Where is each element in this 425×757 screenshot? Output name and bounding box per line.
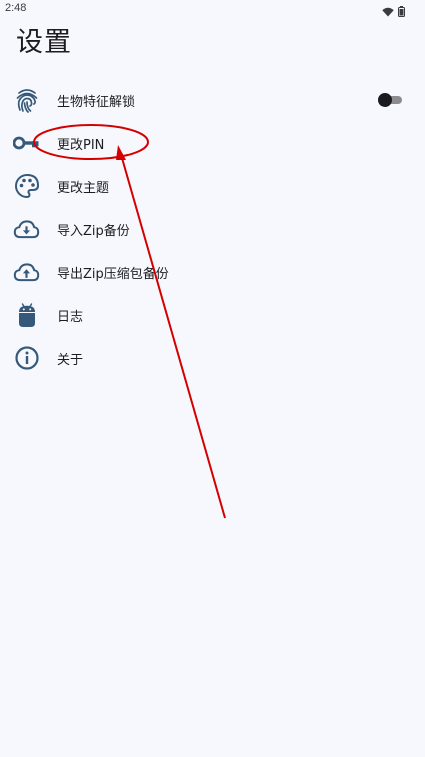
- status-time: 2:48: [5, 2, 27, 14]
- menu-item-about[interactable]: 关于: [0, 336, 425, 379]
- menu-item-label: 关于: [57, 353, 84, 368]
- wifi-icon: [382, 2, 394, 21]
- fingerprint-icon: [13, 86, 40, 113]
- menu-item-label: 生物特征解锁: [57, 95, 136, 110]
- biometric-toggle[interactable]: [378, 93, 404, 107]
- settings-menu: 生物特征解锁 更改PIN 更改主题 导入Zip备份 导出Zip压缩包备份 日志 …: [0, 78, 425, 379]
- key-icon: [13, 129, 40, 156]
- cloud-upload-icon: [13, 258, 40, 285]
- menu-item-export-zip-backup[interactable]: 导出Zip压缩包备份: [0, 250, 425, 293]
- battery-icon: [398, 2, 405, 21]
- menu-item-import-zip-backup[interactable]: 导入Zip备份: [0, 207, 425, 250]
- page-title: 设置: [16, 27, 72, 58]
- menu-item-label: 导出Zip压缩包备份: [57, 267, 169, 282]
- menu-item-label: 导入Zip备份: [57, 224, 130, 239]
- cloud-download-icon: [13, 215, 40, 242]
- menu-item-change-theme[interactable]: 更改主题: [0, 164, 425, 207]
- menu-item-biometric-unlock[interactable]: 生物特征解锁: [0, 78, 425, 121]
- menu-item-label: 更改主题: [57, 181, 110, 196]
- menu-item-label: 更改PIN: [57, 138, 105, 153]
- toggle-thumb: [378, 93, 392, 107]
- status-bar: 2:48: [0, 0, 425, 18]
- menu-item-logs[interactable]: 日志: [0, 293, 425, 336]
- palette-icon: [13, 172, 40, 199]
- menu-item-label: 日志: [57, 310, 84, 325]
- info-icon: [13, 344, 40, 371]
- menu-item-change-pin[interactable]: 更改PIN: [0, 121, 425, 164]
- status-icons: [382, 2, 405, 21]
- android-icon: [13, 301, 40, 328]
